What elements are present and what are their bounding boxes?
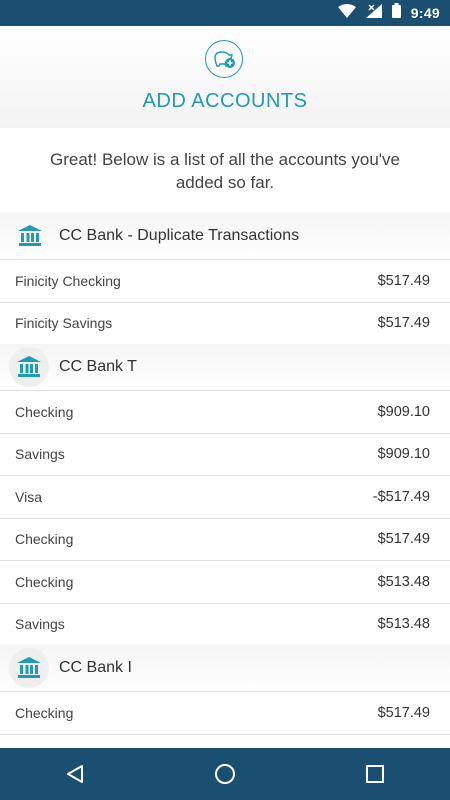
account-name: Finicity Savings [15, 315, 113, 332]
bank-icon [15, 221, 45, 251]
account-name: Checking [15, 573, 74, 590]
system-nav-bar [0, 748, 450, 800]
account-name: Checking [15, 704, 74, 721]
account-row[interactable]: Visa -$517.49 [0, 475, 450, 518]
status-bar: 9:49 [0, 0, 450, 26]
bank-icon [9, 347, 49, 387]
account-balance: $513.48 [377, 616, 430, 633]
bank-icon [9, 648, 49, 688]
account-name: Visa [15, 488, 42, 505]
account-name: Savings [15, 616, 65, 633]
cell-signal-icon [365, 3, 382, 23]
home-circle-icon[interactable] [205, 754, 245, 794]
bank-header: CC Bank - Duplicate Transactions [0, 213, 450, 259]
bank-header: CC Bank I [0, 645, 450, 691]
intro-text: Great! Below is a list of all the accoun… [0, 128, 450, 213]
account-name: Checking [15, 403, 74, 420]
bank-name: CC Bank - Duplicate Transactions [59, 227, 300, 244]
account-row [0, 733, 450, 749]
status-time: 9:49 [410, 5, 440, 21]
account-row[interactable]: Checking $517.49 [0, 517, 450, 561]
account-balance: $517.49 [377, 315, 430, 332]
account-row[interactable]: Checking $517.49 [0, 691, 450, 734]
back-triangle-icon[interactable] [55, 754, 95, 794]
page-title: ADD ACCOUNTS [142, 90, 308, 112]
battery-icon [391, 3, 401, 23]
intro-message: Great! Below is a list of all the accoun… [49, 149, 401, 192]
account-row[interactable]: Savings $513.48 [0, 602, 450, 646]
account-name: Finicity Checking [15, 272, 121, 289]
account-balance: -$517.49 [372, 488, 430, 505]
account-name: Savings [15, 446, 65, 463]
accounts-list[interactable]: CC Bank - Duplicate Transactions Finicit… [0, 213, 450, 748]
account-row[interactable]: Savings $909.10 [0, 432, 450, 476]
wifi-icon [337, 3, 356, 23]
account-row[interactable]: Finicity Checking $517.49 [0, 259, 450, 302]
account-balance: $909.10 [377, 403, 430, 420]
account-balance: $517.49 [377, 704, 430, 721]
account-balance: $517.49 [377, 531, 430, 548]
account-balance: $513.48 [377, 573, 430, 590]
recents-square-icon[interactable] [355, 754, 395, 794]
account-row[interactable]: Finicity Savings $517.49 [0, 301, 450, 345]
bank-header: CC Bank T [0, 344, 450, 390]
bank-name: CC Bank T [59, 358, 137, 375]
page-header: ADD ACCOUNTS [0, 26, 450, 128]
piggy-bank-add-icon [205, 40, 243, 78]
account-row[interactable]: Checking $909.10 [0, 390, 450, 433]
account-balance: $517.49 [377, 272, 430, 289]
account-row[interactable]: Checking $513.48 [0, 560, 450, 603]
account-balance: $909.10 [377, 446, 430, 463]
bank-name: CC Bank I [59, 659, 132, 676]
account-name: Checking [15, 531, 74, 548]
